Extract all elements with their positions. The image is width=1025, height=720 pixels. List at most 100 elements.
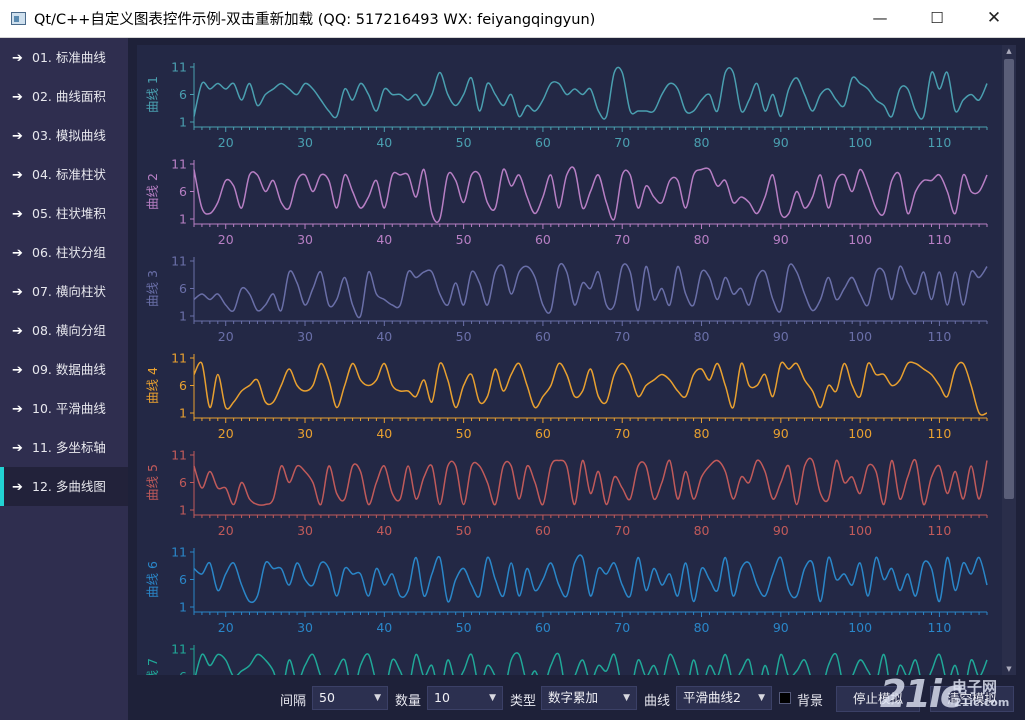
x-tick-label: 20 (218, 329, 234, 344)
curve-panel[interactable]: 1 6 11 曲线 2 20 30 40 50 60 70 80 90 100 110 (145, 157, 988, 248)
arrow-right-icon: ➔ (12, 402, 23, 417)
curve-panel[interactable]: 1 6 11 曲线 3 20 30 40 50 60 70 80 90 100 110 (145, 254, 988, 345)
count-label: 数量 (395, 694, 422, 709)
sidebar-item-label: 12. 多曲线图 (32, 479, 106, 494)
x-tick-label: 100 (848, 620, 872, 635)
arrow-right-icon: ➔ (12, 285, 23, 300)
interval-value: 50 (319, 690, 335, 705)
x-tick-label: 70 (614, 135, 630, 150)
maximize-icon: ☐ (930, 9, 944, 27)
x-tick-label: 20 (218, 620, 234, 635)
y-tick-label: 6 (179, 669, 187, 675)
curve-panel[interactable]: 1611曲线 72030405060708090100110 (145, 642, 988, 676)
y-tick-label: 11 (171, 545, 187, 560)
sidebar-item[interactable]: ➔ 09. 数据曲线 (0, 350, 128, 389)
scroll-up-arrow-icon[interactable]: ▲ (1002, 45, 1016, 57)
sidebar-item[interactable]: ➔ 05. 柱状堆积 (0, 194, 128, 233)
sidebar-item[interactable]: ➔ 06. 柱状分组 (0, 233, 128, 272)
y-tick-label: 6 (179, 184, 187, 199)
series-name-label: 曲线 6 (145, 561, 160, 598)
y-tick-label: 6 (179, 475, 187, 490)
maximize-button[interactable]: ☐ (914, 0, 960, 37)
sidebar-item-label: 02. 曲线面积 (32, 89, 106, 104)
x-tick-label: 90 (773, 620, 789, 635)
x-tick-label: 40 (376, 135, 392, 150)
arrow-right-icon: ➔ (12, 51, 23, 66)
series-name-label: 曲线 3 (145, 270, 160, 307)
type-select[interactable]: 数字累加 ▼ (541, 686, 637, 710)
series-line (193, 262, 988, 319)
y-tick-label: 11 (171, 157, 187, 172)
sidebar-item[interactable]: ➔ 08. 横向分组 (0, 311, 128, 350)
type-label: 类型 (510, 694, 537, 709)
x-tick-label: 110 (927, 232, 951, 247)
chevron-down-icon: ▼ (489, 693, 496, 703)
x-tick-label: 80 (694, 329, 710, 344)
x-tick-label: 50 (456, 523, 472, 538)
sidebar-item-label: 05. 柱状堆积 (32, 206, 106, 221)
minimize-button[interactable]: — (857, 0, 903, 37)
x-tick-label: 60 (535, 329, 551, 344)
y-tick-label: 1 (179, 212, 187, 227)
y-tick-label: 11 (171, 351, 187, 366)
x-tick-label: 70 (614, 426, 630, 441)
x-tick-label: 110 (927, 426, 951, 441)
series-line (194, 652, 988, 675)
x-tick-label: 80 (694, 426, 710, 441)
sidebar-item[interactable]: ➔ 01. 标准曲线 (0, 38, 128, 77)
x-tick-label: 90 (773, 426, 789, 441)
sidebar-item-label: 01. 标准曲线 (32, 50, 106, 65)
x-tick-label: 80 (694, 135, 710, 150)
curve-panel[interactable]: 1 6 11 曲线 1 20 30 40 50 60 70 80 90 100 110 (145, 60, 988, 151)
x-tick-label: 40 (376, 232, 392, 247)
x-tick-label: 60 (535, 135, 551, 150)
interval-select[interactable]: 50 ▼ (312, 686, 388, 710)
x-tick-label: 40 (376, 426, 392, 441)
sidebar-item[interactable]: ➔ 10. 平滑曲线 (0, 389, 128, 428)
close-button[interactable]: ✕ (971, 0, 1017, 37)
sidebar-item[interactable]: ➔ 11. 多坐标轴 (0, 428, 128, 467)
arrow-right-icon: ➔ (12, 129, 23, 144)
multi-curve-chart[interactable]: 1 6 11 曲线 1 20 30 40 50 60 70 80 90 100 110 1 6 11 曲线 2 20… (137, 45, 1002, 675)
x-tick-label: 20 (218, 232, 234, 247)
sidebar-item[interactable]: ➔ 04. 标准柱状 (0, 155, 128, 194)
curve-panel[interactable]: 1 6 11 曲线 4 20 30 40 50 60 70 80 90 100 110 (145, 351, 988, 442)
title-bar[interactable]: Qt/C++自定义图表控件示例-双击重新加载 (QQ: 517216493 WX… (0, 0, 1025, 38)
x-tick-label: 20 (218, 523, 234, 538)
x-tick-label: 60 (535, 426, 551, 441)
count-select[interactable]: 10 ▼ (427, 686, 503, 710)
sidebar-item[interactable]: ➔ 02. 曲线面积 (0, 77, 128, 116)
x-tick-label: 90 (773, 329, 789, 344)
x-tick-label: 30 (297, 329, 313, 344)
scroll-thumb[interactable] (1004, 59, 1014, 499)
y-tick-label: 1 (179, 115, 187, 130)
curve-select[interactable]: 平滑曲线2 ▼ (676, 686, 772, 710)
curve-panel[interactable]: 1 6 11 曲线 5 20 30 40 50 60 70 80 90 100 110 (145, 448, 988, 539)
x-tick-label: 110 (927, 523, 951, 538)
x-tick-label: 40 (376, 620, 392, 635)
x-tick-label: 90 (773, 523, 789, 538)
y-tick-label: 6 (179, 87, 187, 102)
watermark-text: 电子网 (952, 678, 998, 696)
curve-panel[interactable]: 1 6 11 曲线 6 20 30 40 50 60 70 80 90 100 110 (145, 545, 988, 636)
sidebar-item-label: 04. 标准柱状 (32, 167, 106, 182)
sidebar-item[interactable]: ➔ 07. 横向柱状 (0, 272, 128, 311)
x-tick-label: 100 (848, 135, 872, 150)
x-tick-label: 50 (456, 329, 472, 344)
y-tick-label: 11 (171, 60, 187, 75)
x-tick-label: 70 (614, 232, 630, 247)
y-tick-label: 11 (171, 642, 187, 657)
app-icon (11, 12, 26, 25)
chevron-down-icon: ▼ (374, 693, 381, 703)
background-checkbox[interactable] (779, 692, 791, 704)
background-label: 背景 (797, 694, 824, 709)
series-name-label: 曲线 7 (145, 658, 160, 675)
x-tick-label: 80 (694, 523, 710, 538)
sidebar-item[interactable]: ➔ 03. 模拟曲线 (0, 116, 128, 155)
minimize-icon: — (872, 9, 888, 27)
sidebar-item-label: 10. 平滑曲线 (32, 401, 106, 416)
sidebar: ➔ 01. 标准曲线 ➔ 02. 曲线面积 ➔ 03. 模拟曲线 ➔ 04. 标准柱状 ➔ 05.… (0, 38, 128, 720)
vertical-scrollbar[interactable]: ▲ ▼ (1002, 45, 1016, 675)
x-tick-label: 30 (297, 426, 313, 441)
sidebar-item[interactable]: ➔ 12. 多曲线图 (0, 467, 128, 506)
